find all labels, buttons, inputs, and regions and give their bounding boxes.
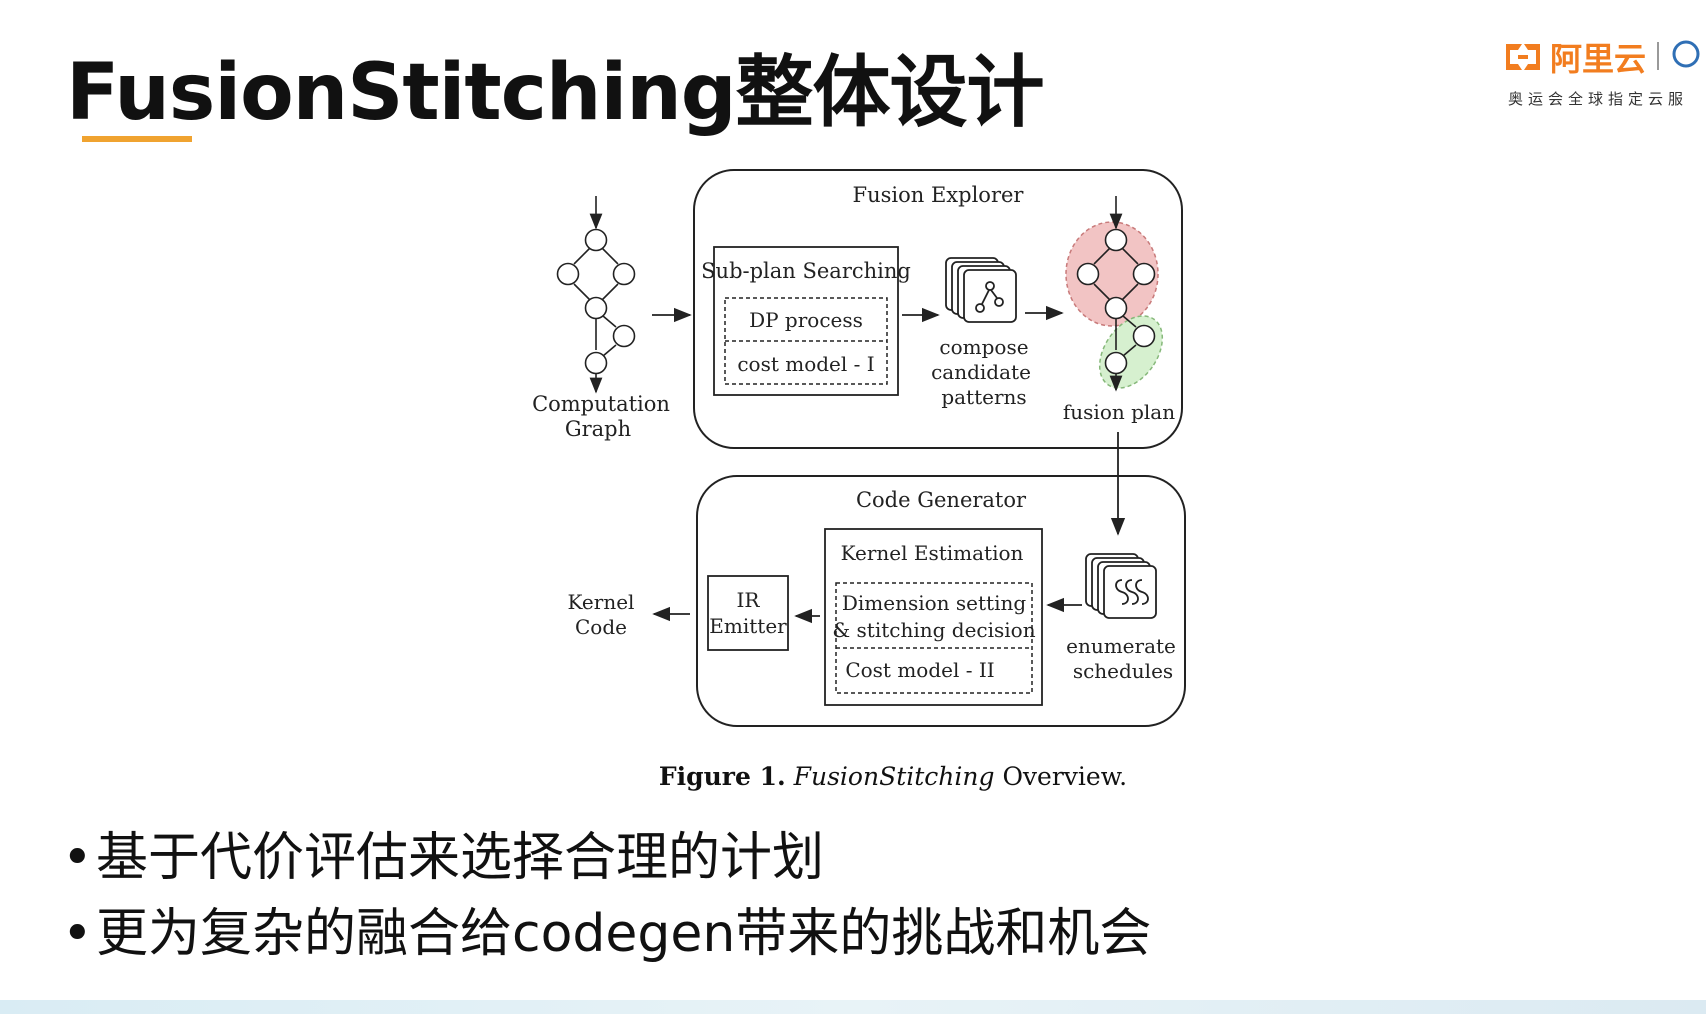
- compose-label-3: patterns: [941, 385, 1026, 409]
- enumerate-label-2: schedules: [1073, 659, 1173, 683]
- computation-graph-label: Computation: [532, 392, 670, 416]
- caption-italic: FusionStitching: [793, 762, 995, 791]
- bullet-dot: •: [62, 904, 93, 964]
- bullet-item: •基于代价评估来选择合理的计划: [62, 820, 1151, 896]
- bullet-text-1: 基于代价评估来选择合理的计划: [96, 828, 825, 888]
- bullet-dot: •: [62, 828, 93, 888]
- bullet-list: •基于代价评估来选择合理的计划 •更为复杂的融合给codegen带来的挑战和机会: [62, 820, 1151, 972]
- compose-label-2: candidate: [931, 360, 1031, 384]
- fusion-plan-graph: [1065, 196, 1164, 392]
- kernel-code-label-1: Kernel: [568, 590, 635, 614]
- computation-graph-label-2: Graph: [565, 417, 631, 441]
- compose-label-1: compose: [939, 335, 1028, 359]
- kernel-code-label-2: Code: [575, 615, 627, 639]
- caption-suffix: Overview.: [1002, 762, 1128, 791]
- cost-model-2-label: Cost model - II: [845, 658, 994, 682]
- caption-prefix: Figure 1.: [658, 762, 786, 791]
- bullet-item: •更为复杂的融合给codegen带来的挑战和机会: [62, 896, 1151, 972]
- bullet-text-2: 更为复杂的融合给codegen带来的挑战和机会: [96, 904, 1152, 964]
- cost-model-1-label: cost model - I: [737, 352, 874, 376]
- figure-caption: Figure 1. FusionStitching Overview.: [0, 762, 1706, 791]
- computation-graph: [556, 196, 636, 394]
- ir-emitter-label-2: Emitter: [709, 614, 787, 638]
- bottom-bar: [0, 1000, 1706, 1014]
- subplan-title: Sub-plan Searching: [701, 259, 911, 283]
- kernel-estimation-title: Kernel Estimation: [841, 541, 1024, 565]
- dp-process-label: DP process: [749, 308, 863, 332]
- enumerate-label-1: enumerate: [1066, 634, 1176, 658]
- dimension-setting-label-1: Dimension setting: [842, 591, 1027, 615]
- fusion-explorer-title: Fusion Explorer: [853, 183, 1025, 207]
- enumerate-schedules-icon: [1085, 553, 1157, 619]
- candidate-patterns-icon: [945, 257, 1017, 323]
- code-generator-title: Code Generator: [856, 488, 1027, 512]
- ir-emitter-label-1: IR: [737, 588, 761, 612]
- fusion-plan-label: fusion plan: [1063, 400, 1175, 424]
- dimension-setting-label-2: & stitching decision: [832, 618, 1035, 642]
